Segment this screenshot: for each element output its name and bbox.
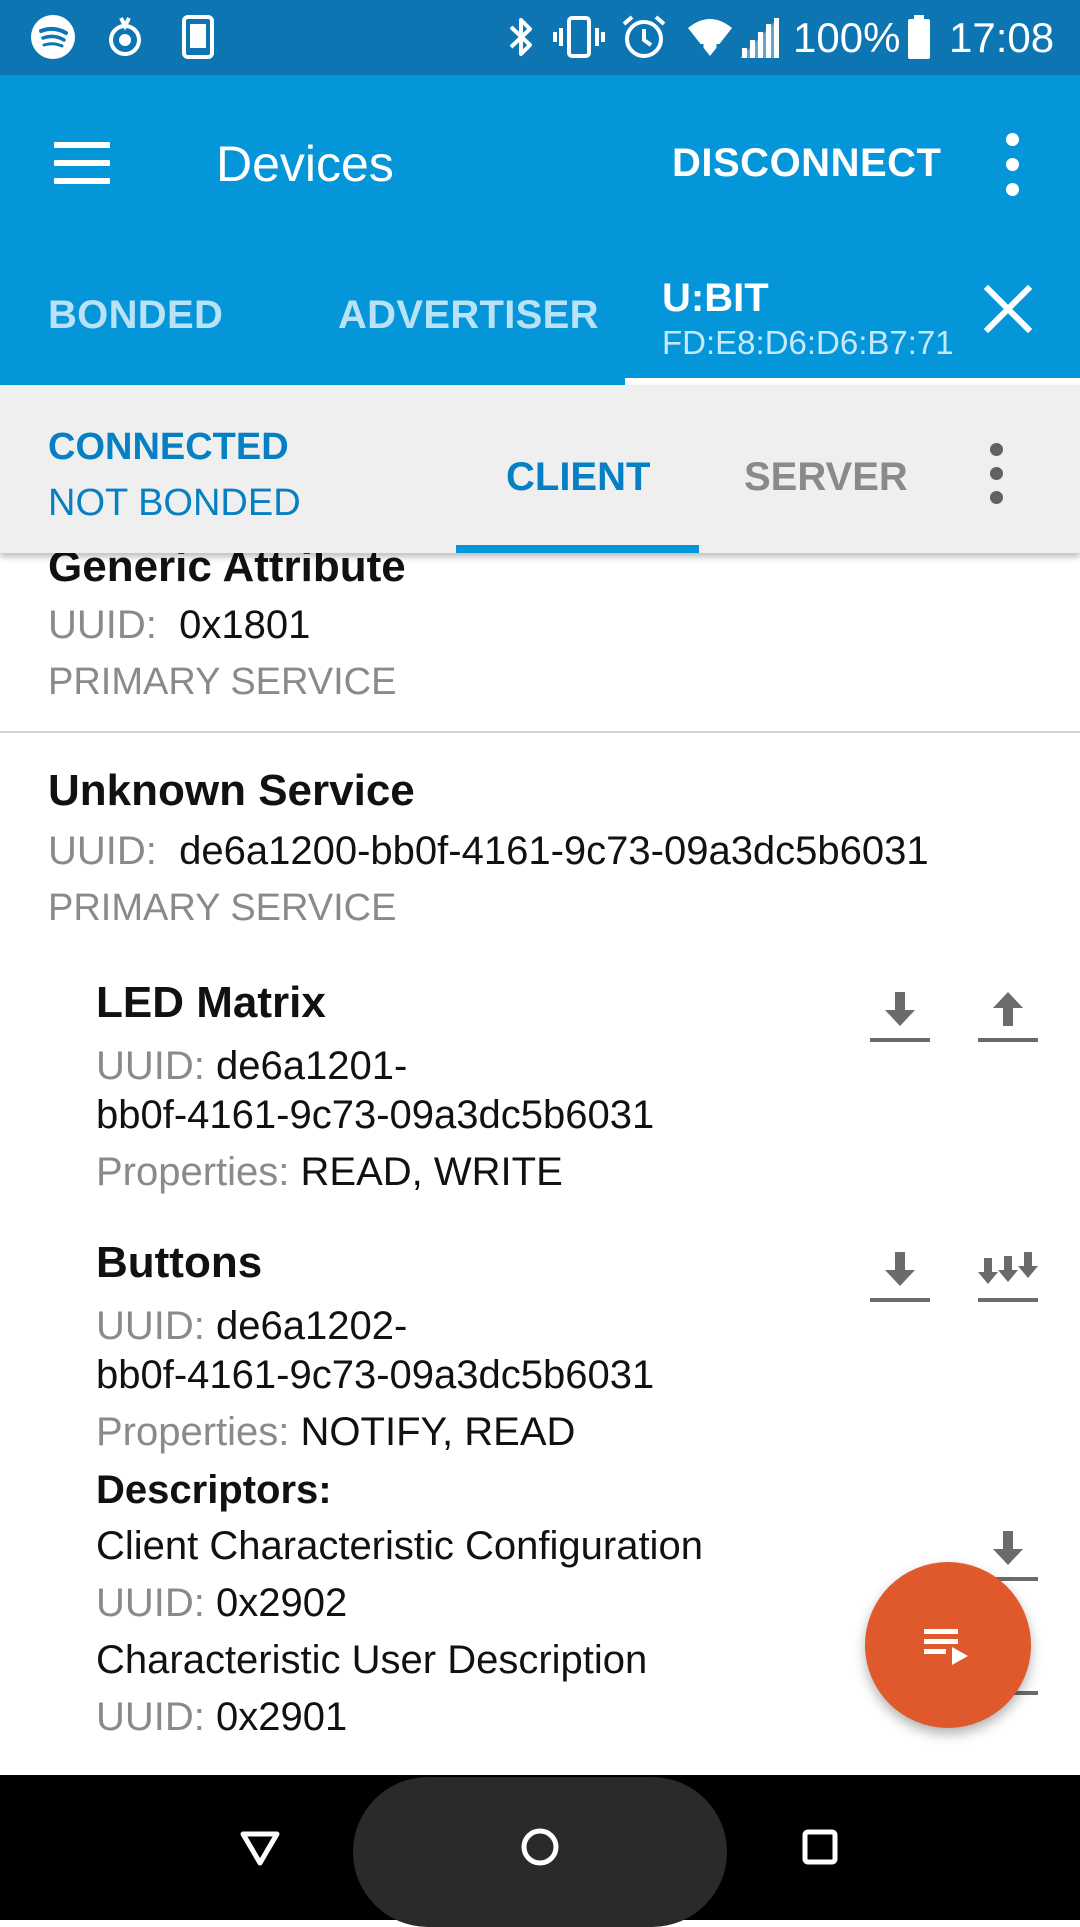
playlist-play-icon: [924, 1629, 968, 1665]
back-icon[interactable]: [230, 1817, 290, 1877]
characteristic-properties: Properties: READ, WRITE: [96, 1150, 563, 1194]
more-options-icon[interactable]: [980, 443, 1014, 507]
descriptor-name: Characteristic User Description: [96, 1638, 648, 1682]
service-uuid: UUID: 0x1801: [48, 603, 311, 647]
tab-bonded[interactable]: BONDED: [48, 285, 223, 345]
battery-icon: [904, 14, 934, 60]
menu-icon[interactable]: [50, 130, 120, 200]
service-name: Generic Attribute: [48, 553, 406, 591]
page-title: Devices: [216, 136, 394, 192]
vibrate-icon: [553, 14, 605, 60]
descriptor-uuid: UUID: 0x2902: [96, 1581, 348, 1625]
characteristic-uuid-cont: bb0f-4161-9c73-09a3dc5b6031: [96, 1353, 655, 1397]
read-icon[interactable]: [868, 1246, 932, 1310]
characteristic-uuid: UUID: de6a1202-: [96, 1304, 408, 1348]
status-bar: 100% 17:08: [0, 0, 1080, 75]
phone-app-icon: [175, 14, 221, 60]
bluetooth-icon: [503, 14, 539, 60]
descriptor-name: Client Characteristic Configuration: [96, 1524, 703, 1568]
tab-indicator: [625, 378, 1080, 385]
device-address: FD:E8:D6:D6:B7:71: [662, 324, 954, 361]
tab-server[interactable]: SERVER: [744, 447, 908, 507]
divider: [0, 731, 1080, 733]
device-name: U:BIT: [662, 276, 769, 320]
more-options-icon[interactable]: [996, 133, 1030, 197]
connection-status: CONNECTED: [48, 426, 289, 468]
tab-advertiser[interactable]: ADVERTISER: [338, 285, 599, 345]
battery-percent: 100%: [793, 14, 901, 61]
signal-icon: [738, 14, 780, 60]
notify-icon[interactable]: [976, 1246, 1040, 1310]
tab-indicator: [456, 545, 699, 553]
descriptor-uuid: UUID: 0x2901: [96, 1695, 348, 1739]
characteristic-name: Buttons: [96, 1238, 263, 1287]
recents-icon[interactable]: [790, 1817, 850, 1877]
service-name[interactable]: Unknown Service: [48, 763, 415, 819]
wifi-icon: [686, 14, 734, 60]
service-uuid: UUID: de6a1200-bb0f-4161-9c73-09a3dc5b60…: [48, 829, 929, 873]
home-icon[interactable]: [510, 1817, 570, 1877]
characteristic-name: LED Matrix: [96, 978, 326, 1027]
tab-client[interactable]: CLIENT: [506, 447, 650, 507]
read-icon[interactable]: [868, 986, 932, 1050]
write-icon[interactable]: [976, 986, 1040, 1050]
bond-status: NOT BONDED: [48, 482, 301, 524]
service-type: PRIMARY SERVICE: [48, 887, 397, 929]
disconnect-button[interactable]: DISCONNECT: [672, 135, 941, 191]
alarm-icon: [620, 14, 668, 60]
service-type: PRIMARY SERVICE: [48, 661, 397, 703]
characteristic-uuid: UUID: de6a1201-: [96, 1044, 408, 1088]
location-app-icon: [102, 14, 148, 60]
characteristic-properties: Properties: NOTIFY, READ: [96, 1410, 576, 1454]
descriptors-heading: Descriptors:: [96, 1468, 332, 1512]
close-icon[interactable]: [982, 283, 1034, 335]
characteristic-uuid-cont: bb0f-4161-9c73-09a3dc5b6031: [96, 1093, 655, 1137]
connection-bar: CONNECTED NOT BONDED CLIENT SERVER: [0, 385, 1080, 553]
clock: 17:08: [949, 14, 1055, 61]
app-bar: Devices DISCONNECT BONDED ADVERTISER U:B…: [0, 75, 1080, 385]
spotify-icon: [28, 14, 78, 60]
navigation-bar: [0, 1775, 1080, 1927]
log-fab-button[interactable]: [865, 1562, 1031, 1728]
